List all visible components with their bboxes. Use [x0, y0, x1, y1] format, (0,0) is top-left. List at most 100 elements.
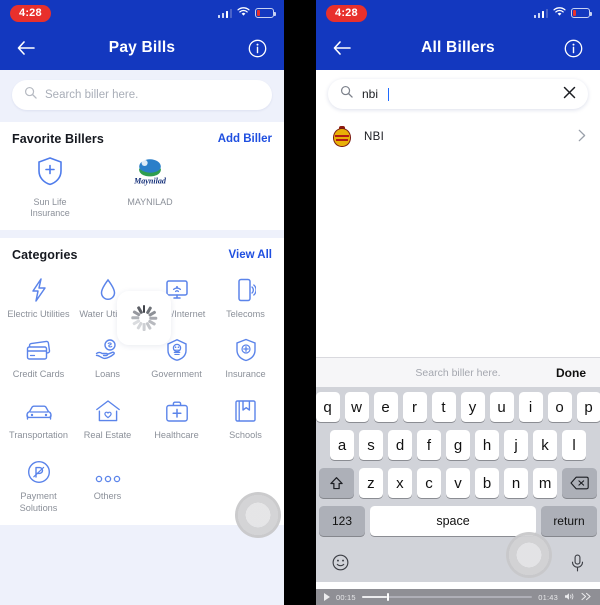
info-circle-icon[interactable]: [246, 36, 270, 60]
key-a[interactable]: a: [330, 430, 354, 460]
category-label: Payment Solutions: [19, 491, 58, 514]
keyboard-row-4: 123 space return: [319, 506, 597, 536]
page-title: All Billers: [421, 39, 495, 56]
status-bar-right: 4:28: [316, 0, 600, 26]
back-arrow-icon[interactable]: [330, 36, 354, 60]
space-key[interactable]: space: [370, 506, 536, 536]
key-v[interactable]: v: [445, 468, 471, 498]
key-o[interactable]: o: [547, 392, 572, 422]
water-drop-icon: [99, 276, 117, 302]
key-t[interactable]: t: [431, 392, 456, 422]
category-label: Schools: [229, 430, 262, 441]
phone-screen-all-billers: 4:28 All Billers nbi NBI Search biller h…: [316, 0, 600, 605]
category-healthcare[interactable]: Healthcare: [142, 391, 211, 442]
key-w[interactable]: w: [344, 392, 369, 422]
add-biller-button[interactable]: Add Biller: [218, 133, 272, 145]
keyboard-row-3: z x c v b n m: [318, 468, 598, 498]
list-item[interactable]: NBI: [316, 117, 600, 157]
video-elapsed: 00:15: [336, 592, 356, 602]
nbi-seal-icon: [332, 126, 352, 148]
favorite-biller-label: MAYNILAD: [127, 197, 173, 207]
key-i[interactable]: i: [518, 392, 543, 422]
video-player-controls[interactable]: 00:15 01:43: [316, 589, 600, 605]
search-input[interactable]: nbi: [328, 79, 588, 109]
category-payment-solutions[interactable]: Payment Solutions: [4, 452, 73, 515]
category-credit-cards[interactable]: Credit Cards: [4, 330, 73, 381]
key-d[interactable]: d: [388, 430, 412, 460]
keyboard-bottom-bar: [316, 548, 600, 582]
loading-spinner-overlay: [117, 291, 171, 345]
view-all-button[interactable]: View All: [229, 249, 272, 261]
search-input[interactable]: Search biller here.: [12, 80, 272, 110]
category-insurance[interactable]: Insurance: [211, 330, 280, 381]
close-x-icon[interactable]: [563, 86, 576, 102]
key-p[interactable]: p: [576, 392, 600, 422]
backspace-icon[interactable]: [562, 468, 598, 498]
key-r[interactable]: r: [402, 392, 427, 422]
search-placeholder: Search biller here.: [45, 89, 139, 101]
phone-screen-pay-bills: 4:28 Pay Bills Search biller here. Favor…: [0, 0, 284, 605]
info-circle-icon[interactable]: [562, 36, 586, 60]
content-area-left: Favorite Billers Add Biller Sun Life Ins…: [0, 122, 284, 605]
key-g[interactable]: g: [446, 430, 470, 460]
favorite-billers-list: Sun Life Insurance Maynilad MAYNILAD: [0, 150, 284, 230]
keyboard-rows: q w e r t y u i o p a s d f g h j k l z …: [316, 387, 600, 548]
key-j[interactable]: j: [504, 430, 528, 460]
numbers-key[interactable]: 123: [319, 506, 365, 536]
key-z[interactable]: z: [358, 468, 383, 498]
category-telecoms[interactable]: Telecoms: [211, 270, 280, 321]
search-results-list: NBI: [316, 117, 600, 157]
category-others[interactable]: Others: [73, 452, 142, 515]
shield-plus-icon: [235, 336, 257, 362]
return-key[interactable]: return: [541, 506, 597, 536]
status-time: 4:28: [10, 4, 51, 22]
volume-icon[interactable]: [564, 592, 575, 603]
category-schools[interactable]: Schools: [211, 391, 280, 442]
keyboard-row-1: q w e r t y u i o p: [316, 392, 600, 422]
key-c[interactable]: c: [416, 468, 441, 498]
play-icon[interactable]: [324, 593, 330, 601]
key-e[interactable]: e: [373, 392, 398, 422]
key-y[interactable]: y: [460, 392, 485, 422]
biller-name: NBI: [364, 131, 385, 143]
category-label: Government: [151, 369, 202, 380]
key-n[interactable]: n: [504, 468, 529, 498]
house-heart-icon: [95, 397, 121, 423]
cellular-signal-icon: [217, 8, 232, 18]
key-l[interactable]: l: [562, 430, 586, 460]
video-scrubber[interactable]: [361, 593, 533, 601]
key-s[interactable]: s: [359, 430, 383, 460]
category-label: Electric Utilities: [7, 308, 70, 319]
key-m[interactable]: m: [533, 468, 558, 498]
key-q[interactable]: q: [316, 392, 340, 422]
category-real-estate[interactable]: Real Estate: [73, 391, 142, 442]
touch-point-icon: [235, 492, 281, 538]
video-scrubber-handle[interactable]: [387, 593, 390, 601]
microphone-icon[interactable]: [571, 554, 584, 577]
key-f[interactable]: f: [417, 430, 441, 460]
cellular-signal-icon: [533, 8, 548, 18]
search-icon: [340, 85, 353, 103]
favorite-biller-sun-life[interactable]: Sun Life Insurance: [18, 156, 82, 220]
text-caret: [388, 87, 390, 101]
fast-forward-icon[interactable]: [581, 592, 592, 603]
favorite-biller-maynilad[interactable]: Maynilad MAYNILAD: [118, 156, 182, 220]
emoji-smiley-icon[interactable]: [332, 554, 349, 576]
hand-coin-icon: [95, 336, 121, 362]
key-x[interactable]: x: [387, 468, 412, 498]
keyboard-done-button[interactable]: Done: [556, 366, 586, 380]
key-h[interactable]: h: [475, 430, 499, 460]
touch-point-icon: [506, 532, 552, 578]
video-progress-fill: [361, 596, 388, 598]
panel-gutter: [284, 0, 316, 605]
category-electric-utilities[interactable]: Electric Utilities: [4, 270, 73, 321]
key-u[interactable]: u: [489, 392, 514, 422]
search-section-right: nbi: [316, 70, 600, 117]
back-arrow-icon[interactable]: [14, 36, 38, 60]
lightning-bolt-icon: [30, 276, 48, 302]
category-transportation[interactable]: Transportation: [4, 391, 73, 442]
keyboard-row-2: a s d f g h j k l: [319, 430, 597, 460]
key-b[interactable]: b: [475, 468, 500, 498]
shift-arrow-icon[interactable]: [318, 468, 354, 498]
key-k[interactable]: k: [533, 430, 557, 460]
